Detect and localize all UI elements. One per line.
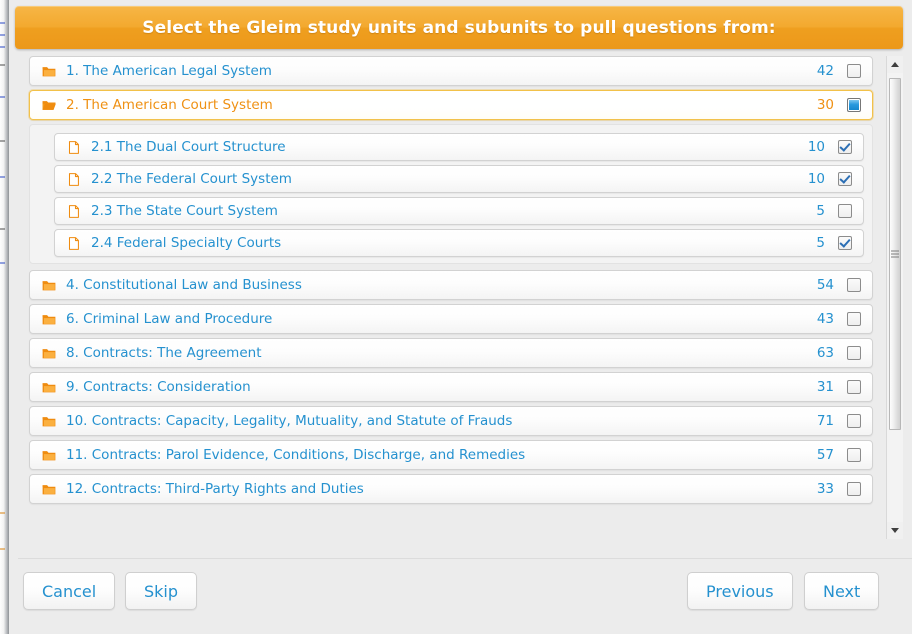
question-count: 33 <box>816 481 834 497</box>
folder-open-icon <box>30 99 64 112</box>
subunit-label: 2.2 The Federal Court System <box>91 171 292 187</box>
question-count: 43 <box>816 311 834 327</box>
checkbox-cell[interactable] <box>842 312 872 326</box>
selection-checkbox-unchecked[interactable] <box>847 64 861 78</box>
unit-row[interactable]: 9. Contracts: Consideration 31 <box>29 372 873 402</box>
unit-row[interactable]: 6. Criminal Law and Procedure 43 <box>29 304 873 334</box>
checkbox-cell[interactable] <box>833 204 863 218</box>
folder-closed-icon <box>30 347 64 360</box>
unit-label: 10. Contracts: Capacity, Legality, Mutua… <box>66 413 513 429</box>
skip-button[interactable]: Skip <box>125 572 198 610</box>
selection-checkbox-unchecked[interactable] <box>847 278 861 292</box>
unit-label: 11. Contracts: Parol Evidence, Condition… <box>66 447 526 463</box>
scrollbar-track[interactable] <box>887 73 903 522</box>
question-count: 30 <box>816 97 834 113</box>
scrollbar-grip-icon <box>891 250 899 258</box>
subunit-row[interactable]: 2.4 Federal Specialty Courts 5 <box>54 229 864 257</box>
question-count: 31 <box>816 379 834 395</box>
checkbox-cell[interactable] <box>842 380 872 394</box>
unit-list: 1. The American Legal System 42 2. The Ame… <box>15 56 881 539</box>
checkbox-cell[interactable] <box>842 346 872 360</box>
question-count: 71 <box>816 413 834 429</box>
unit-row[interactable]: 10. Contracts: Capacity, Legality, Mutua… <box>29 406 873 436</box>
modal-footer: Cancel Skip Previous Next <box>9 559 912 634</box>
document-icon <box>55 172 89 186</box>
subunit-label: 2.4 Federal Specialty Courts <box>91 235 282 251</box>
unit-list-panel: 1. The American Legal System 42 2. The Ame… <box>15 56 903 539</box>
subunit-label: 2.1 The Dual Court Structure <box>91 139 286 155</box>
selection-checkbox-unchecked[interactable] <box>847 448 861 462</box>
selection-checkbox-unchecked[interactable] <box>847 346 861 360</box>
selection-checkbox-unchecked[interactable] <box>838 204 852 218</box>
previous-button[interactable]: Previous <box>687 572 793 610</box>
checkbox-cell[interactable] <box>842 64 872 78</box>
list-scrollbar[interactable] <box>886 56 903 539</box>
document-icon <box>55 204 89 218</box>
checkbox-cell[interactable] <box>842 98 872 112</box>
checkbox-cell[interactable] <box>842 482 872 496</box>
selection-checkbox-unchecked[interactable] <box>847 414 861 428</box>
question-count: 42 <box>816 63 834 79</box>
checkbox-cell[interactable] <box>833 140 863 154</box>
checkbox-cell[interactable] <box>833 236 863 250</box>
selection-checkbox-indeterminate[interactable] <box>847 98 861 112</box>
study-unit-selector-modal: Select the Gleim study units and subunit… <box>0 0 912 634</box>
next-button[interactable]: Next <box>804 572 880 610</box>
question-count: 57 <box>816 447 834 463</box>
unit-label: 12. Contracts: Third-Party Rights and Du… <box>66 481 364 497</box>
question-count: 10 <box>807 139 825 155</box>
unit-label: 4. Constitutional Law and Business <box>66 277 302 293</box>
selection-checkbox-checked[interactable] <box>838 172 852 186</box>
folder-closed-icon <box>30 449 64 462</box>
scrollbar-thumb[interactable] <box>889 78 901 430</box>
question-count: 54 <box>816 277 834 293</box>
checkbox-cell[interactable] <box>842 278 872 292</box>
modal-header: Select the Gleim study units and subunit… <box>15 6 903 49</box>
selection-checkbox-unchecked[interactable] <box>847 380 861 394</box>
question-count: 5 <box>816 203 825 219</box>
checkbox-cell[interactable] <box>842 414 872 428</box>
modal-window: Select the Gleim study units and subunit… <box>9 0 912 634</box>
unit-label: 1. The American Legal System <box>66 63 272 79</box>
unit-row[interactable]: 1. The American Legal System 42 <box>29 56 873 86</box>
selection-checkbox-unchecked[interactable] <box>847 482 861 496</box>
selection-checkbox-unchecked[interactable] <box>847 312 861 326</box>
checkbox-cell[interactable] <box>833 172 863 186</box>
question-count: 5 <box>816 235 825 251</box>
scroll-up-arrow-icon[interactable] <box>887 56 903 73</box>
unit-row[interactable]: 4. Constitutional Law and Business 54 <box>29 270 873 300</box>
checkbox-cell[interactable] <box>842 448 872 462</box>
subunit-label: 2.3 The State Court System <box>91 203 278 219</box>
document-icon <box>55 236 89 250</box>
selection-checkbox-checked[interactable] <box>838 140 852 154</box>
subunit-group: 2.1 The Dual Court Structure 10 2.2 The Fe… <box>29 124 873 264</box>
unit-label: 9. Contracts: Consideration <box>66 379 251 395</box>
unit-row[interactable]: 12. Contracts: Third-Party Rights and Du… <box>29 474 873 504</box>
folder-closed-icon <box>30 65 64 78</box>
unit-label: 6. Criminal Law and Procedure <box>66 311 273 327</box>
subunit-row[interactable]: 2.2 The Federal Court System 10 <box>54 165 864 193</box>
unit-row[interactable]: 2. The American Court System 30 <box>29 90 873 120</box>
unit-label: 2. The American Court System <box>66 97 273 113</box>
folder-closed-icon <box>30 279 64 292</box>
subunit-row[interactable]: 2.3 The State Court System 5 <box>54 197 864 225</box>
folder-closed-icon <box>30 415 64 428</box>
unit-label: 8. Contracts: The Agreement <box>66 345 262 361</box>
page-title: Select the Gleim study units and subunit… <box>142 17 776 38</box>
scroll-down-arrow-icon[interactable] <box>887 522 903 539</box>
selection-checkbox-checked[interactable] <box>838 236 852 250</box>
cancel-button[interactable]: Cancel <box>23 572 116 610</box>
document-icon <box>55 140 89 154</box>
subunit-row[interactable]: 2.1 The Dual Court Structure 10 <box>54 133 864 161</box>
folder-closed-icon <box>30 313 64 326</box>
unit-row[interactable]: 11. Contracts: Parol Evidence, Condition… <box>29 440 873 470</box>
folder-closed-icon <box>30 483 64 496</box>
question-count: 63 <box>816 345 834 361</box>
folder-closed-icon <box>30 381 64 394</box>
unit-row[interactable]: 8. Contracts: The Agreement 63 <box>29 338 873 368</box>
background-page-sliver <box>0 0 9 634</box>
question-count: 10 <box>807 171 825 187</box>
